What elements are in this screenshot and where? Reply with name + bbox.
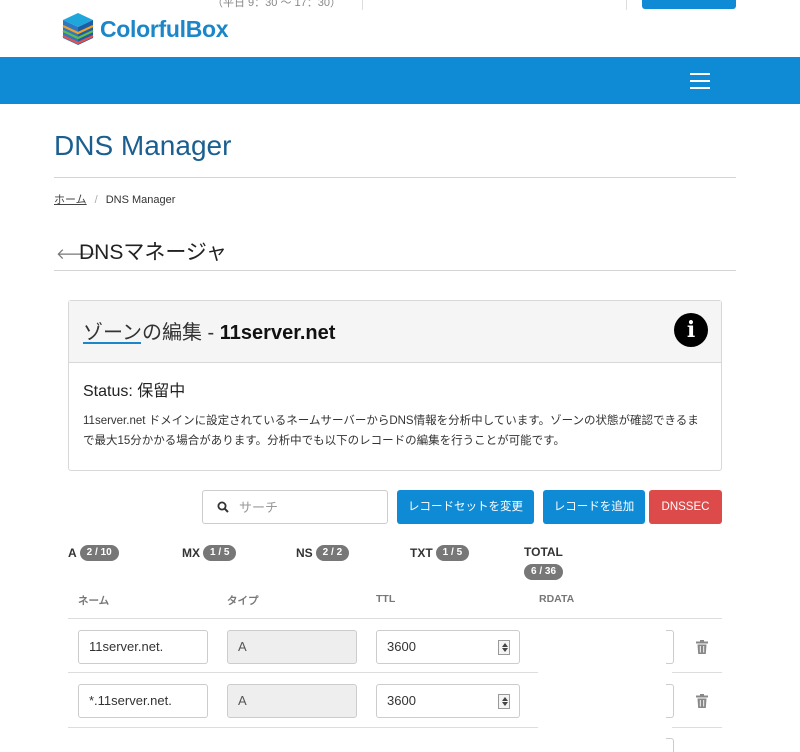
table-divider (672, 672, 722, 673)
count-type-label: A (68, 546, 77, 560)
colorfulbox-logo-icon (62, 13, 94, 45)
count-type-label: MX (182, 546, 200, 560)
count-ns: NS 2 / 2 (296, 545, 350, 561)
ttl-stepper-icon[interactable] (498, 694, 510, 709)
record-rdata-field[interactable] (666, 684, 674, 718)
count-total-label: TOTAL (524, 545, 563, 559)
column-header-ttl: TTL (376, 593, 396, 605)
record-ttl-value: 3600 (387, 639, 416, 654)
count-badge: 2 / 10 (79, 545, 119, 561)
table-divider (672, 727, 722, 728)
header-button[interactable] (642, 0, 736, 9)
business-hours: （平日 9：30 ～ 17：30） (212, 0, 341, 9)
hamburger-menu-icon[interactable] (690, 73, 712, 89)
search-icon (217, 501, 229, 513)
record-ttl-field[interactable]: 3600 (376, 684, 520, 718)
column-header-rdata: RDATA (539, 593, 575, 605)
title-divider (54, 177, 736, 178)
header-divider (362, 0, 363, 10)
info-circle-icon[interactable]: i (674, 313, 708, 347)
logo-text: ColorfulBox (100, 15, 229, 42)
count-total: TOTAL 6 / 36 (524, 545, 564, 580)
count-type-label: NS (296, 546, 313, 560)
zone-status: Status: 保留中 (83, 383, 186, 400)
count-badge: 2 / 2 (315, 545, 350, 561)
record-ttl-value: 3600 (387, 693, 416, 708)
count-badge: 1 / 5 (203, 545, 237, 561)
ttl-stepper-icon[interactable] (498, 640, 510, 655)
record-type-field: A (227, 684, 357, 718)
table-divider (68, 727, 538, 728)
search-input[interactable] (239, 497, 379, 517)
zone-title-prefix: ゾーンの編集 - (83, 322, 220, 344)
record-type-field: A (227, 630, 357, 664)
trash-icon[interactable] (696, 694, 708, 708)
trash-icon[interactable] (696, 640, 708, 654)
count-badge: 1 / 5 (435, 545, 470, 561)
count-txt: TXT 1 / 5 (410, 545, 470, 561)
record-ttl-field[interactable]: 3600 (376, 630, 520, 664)
record-name-field[interactable]: *.11server.net. (78, 684, 208, 718)
top-header: （平日 9：30 ～ 17：30） ColorfulBox (0, 0, 800, 57)
count-type-label: TXT (410, 546, 433, 560)
zone-panel-body: Status: 保留中 11server.net ドメインに設定されているネーム… (69, 363, 721, 451)
zone-panel: ゾーンの編集 - 11server.net i Status: 保留中 11se… (68, 300, 722, 471)
zone-description: 11server.net ドメインに設定されているネームサーバーからDNS情報を… (83, 415, 699, 447)
dnssec-button[interactable]: DNSSEC (649, 490, 722, 524)
table-divider (68, 618, 722, 619)
section-title: DNSマネージャ (79, 241, 227, 264)
breadcrumb: ホーム / DNS Manager (54, 191, 175, 207)
zone-title: ゾーンの編集 - 11server.net (83, 316, 335, 345)
record-rdata-field[interactable] (666, 738, 674, 752)
main-navbar (0, 57, 800, 104)
change-recordset-button[interactable]: レコードセットを変更 (397, 490, 534, 524)
breadcrumb-home-link[interactable]: ホーム (54, 194, 87, 206)
header-divider (626, 0, 627, 10)
count-total-badge: 6 / 36 (524, 564, 564, 580)
record-name-field[interactable]: 11server.net. (78, 630, 208, 664)
search-box[interactable] (202, 490, 388, 524)
count-mx: MX 1 / 5 (182, 545, 237, 561)
zone-title-underline (83, 342, 141, 344)
column-header-type: タイプ (227, 595, 259, 607)
breadcrumb-current: DNS Manager (105, 194, 176, 206)
breadcrumb-separator: / (94, 194, 98, 206)
zone-panel-header: ゾーンの編集 - 11server.net i (69, 301, 721, 363)
logo[interactable]: ColorfulBox (62, 12, 229, 46)
add-record-button[interactable]: レコードを追加 (543, 490, 645, 524)
column-header-name: ネーム (78, 595, 110, 607)
zone-domain: 11server.net (219, 322, 336, 344)
section-header: 🡐 DNSマネージャ (54, 236, 736, 271)
count-a: A 2 / 10 (68, 545, 119, 561)
page-title: DNS Manager (54, 130, 232, 161)
table-divider (68, 672, 538, 673)
record-rdata-field[interactable] (666, 630, 674, 664)
